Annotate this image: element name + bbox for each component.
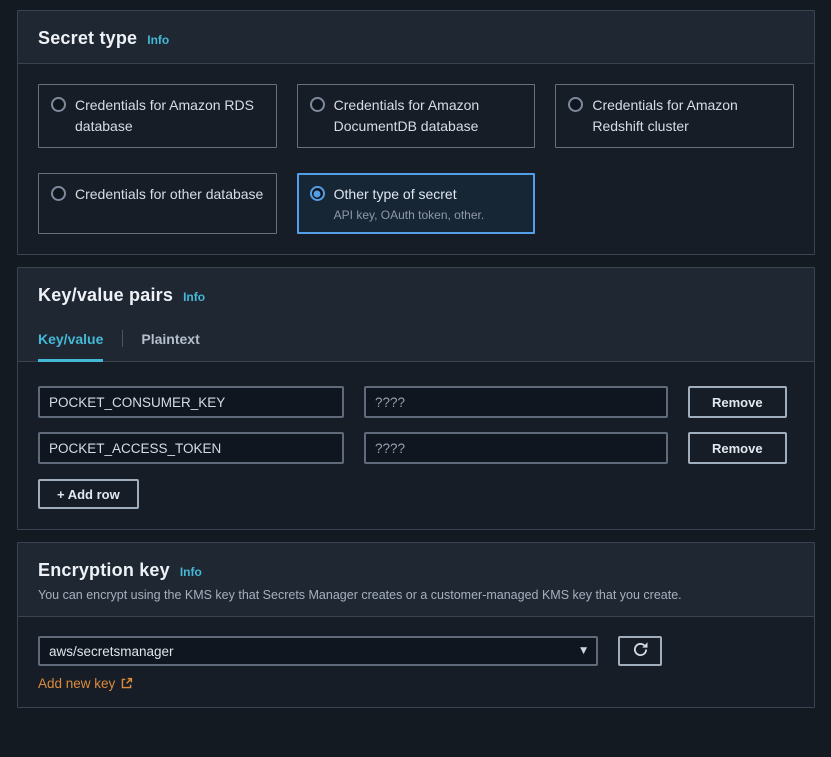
kms-key-select[interactable]: aws/secretsmanager ▼ <box>38 636 598 666</box>
secret-type-header: Secret type Info <box>18 11 814 63</box>
add-new-key-link[interactable]: Add new key <box>38 676 133 691</box>
secret-type-info-link[interactable]: Info <box>147 33 169 47</box>
radio-card-documentdb[interactable]: Credentials for Amazon DocumentDB databa… <box>297 84 536 148</box>
remove-row-button[interactable]: Remove <box>688 432 787 464</box>
radio-card-other-type-of-secret[interactable]: Other type of secret API key, OAuth toke… <box>297 173 536 234</box>
secret-key-input[interactable] <box>38 386 344 418</box>
radio-unselected-icon <box>51 97 66 112</box>
encryption-key-description: You can encrypt using the KMS key that S… <box>38 587 794 604</box>
secret-value-input[interactable] <box>364 386 668 418</box>
radio-card-rds[interactable]: Credentials for Amazon RDS database <box>38 84 277 148</box>
key-value-pairs-header: Key/value pairs Info <box>18 268 814 316</box>
radio-card-label: Credentials for Amazon DocumentDB databa… <box>334 95 523 137</box>
external-link-icon <box>120 677 133 690</box>
key-value-row: Remove <box>38 386 794 418</box>
encryption-key-title: Encryption key <box>38 560 170 581</box>
secret-key-input[interactable] <box>38 432 344 464</box>
key-value-row: Remove <box>38 432 794 464</box>
kms-key-select-value: aws/secretsmanager <box>49 644 174 659</box>
page: Secret type Info Credentials for Amazon … <box>0 0 831 708</box>
add-new-key-label: Add new key <box>38 676 115 691</box>
radio-card-other-database[interactable]: Credentials for other database <box>38 173 277 234</box>
radio-unselected-icon <box>51 186 66 201</box>
secret-type-panel: Secret type Info Credentials for Amazon … <box>17 10 815 255</box>
refresh-keys-button[interactable] <box>618 636 662 666</box>
secret-type-title: Secret type <box>38 28 137 49</box>
radio-card-redshift[interactable]: Credentials for Amazon Redshift cluster <box>555 84 794 148</box>
encryption-key-panel: Encryption key Info You can encrypt usin… <box>17 542 815 708</box>
secret-type-options: Credentials for Amazon RDS database Cred… <box>38 84 794 234</box>
radio-unselected-icon <box>568 97 583 112</box>
radio-card-description: API key, OAuth token, other. <box>334 207 485 223</box>
refresh-icon <box>632 641 649 661</box>
key-value-pairs-info-link[interactable]: Info <box>183 290 205 304</box>
key-value-body: Remove Remove + Add row <box>18 362 814 529</box>
radio-card-label: Credentials for Amazon RDS database <box>75 95 264 137</box>
key-value-pairs-panel: Key/value pairs Info Key/value Plaintext… <box>17 267 815 530</box>
encryption-key-header: Encryption key Info You can encrypt usin… <box>18 543 814 616</box>
secret-value-input[interactable] <box>364 432 668 464</box>
secret-type-body: Credentials for Amazon RDS database Cred… <box>18 63 814 254</box>
radio-card-label: Credentials for other database <box>75 184 263 205</box>
radio-card-label: Other type of secret <box>334 186 457 202</box>
encryption-key-info-link[interactable]: Info <box>180 565 202 579</box>
radio-unselected-icon <box>310 97 325 112</box>
key-value-pairs-title: Key/value pairs <box>38 285 173 306</box>
add-row-button[interactable]: + Add row <box>38 479 139 509</box>
remove-row-button[interactable]: Remove <box>688 386 787 418</box>
encryption-key-body: aws/secretsmanager ▼ Add new key <box>18 616 814 707</box>
key-value-tabbar: Key/value Plaintext <box>18 316 814 362</box>
radio-card-label: Credentials for Amazon Redshift cluster <box>592 95 781 137</box>
chevron-down-icon: ▼ <box>580 646 587 656</box>
radio-selected-icon <box>310 186 325 201</box>
tab-plaintext[interactable]: Plaintext <box>122 316 218 361</box>
tab-key-value[interactable]: Key/value <box>38 316 122 361</box>
